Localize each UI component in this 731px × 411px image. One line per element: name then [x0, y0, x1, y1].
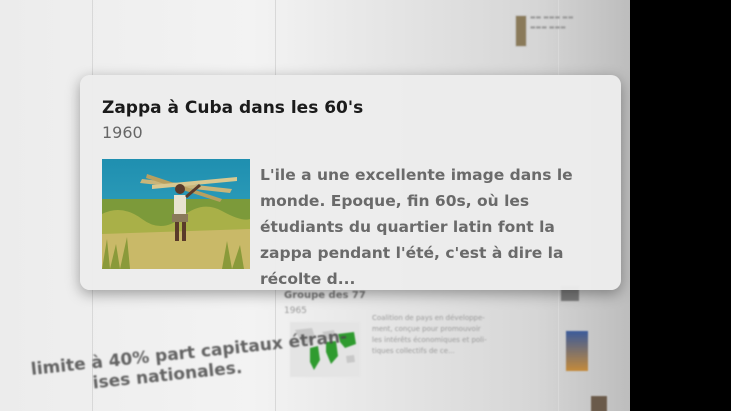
black-sidebar [630, 0, 731, 411]
background-heading: limite à 40% part capitaux étran- ises n… [30, 326, 348, 394]
event-popup-card[interactable]: Zappa à Cuba dans les 60's 1960 L'ile a … [80, 75, 621, 290]
group-description: Coalition de pays en développe- ment, co… [372, 314, 487, 355]
group-year: 1965 [284, 306, 307, 316]
event-title: Zappa à Cuba dans les 60's [102, 98, 364, 118]
background-text: ▬▬▬ ▬▬▬ [530, 24, 566, 31]
event-description: L'ile a une excellente image dans le mon… [260, 166, 573, 288]
background-thumbnail[interactable] [590, 395, 608, 411]
background-thumbnail[interactable] [515, 15, 527, 47]
event-photo[interactable] [102, 159, 250, 269]
background-thumbnail[interactable] [565, 330, 589, 372]
event-year: 1960 [102, 123, 143, 142]
